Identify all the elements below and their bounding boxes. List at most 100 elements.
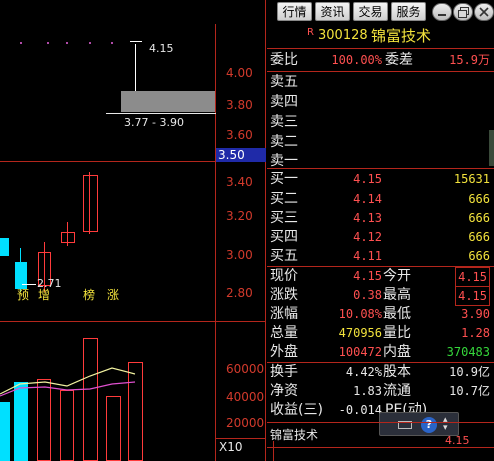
fundamental-row: 换手 4.42% 股本 10.9亿 <box>267 363 494 381</box>
y-tick: 3.80 <box>226 98 253 112</box>
y-tick: 3.20 <box>226 209 253 223</box>
separator <box>267 168 494 169</box>
buy-level-volume: 666 <box>468 230 490 244</box>
stat-value: 4.15 <box>455 286 490 306</box>
buy-level-volume: 15631 <box>453 172 490 186</box>
close-icon[interactable] <box>474 3 494 21</box>
stock-name: 锦富技术 <box>371 27 432 45</box>
sell-level[interactable]: 卖五 <box>267 73 494 91</box>
stat-label: 涨幅 <box>270 306 298 322</box>
volume-tick: 20000 <box>226 416 265 430</box>
stat-value: 10.08% <box>338 307 382 321</box>
stat-label: 量比 <box>383 325 411 341</box>
stat-label: 现价 <box>270 268 298 284</box>
buy-level-label: 买五 <box>270 248 298 264</box>
sell-level[interactable]: 卖二 <box>267 133 494 151</box>
stock-flag: R <box>307 27 314 38</box>
fundamental-label: 收益(三) <box>270 402 323 418</box>
market-button[interactable]: 行情 <box>277 2 312 21</box>
buy-level-price: 4.12 <box>353 230 382 244</box>
sell-level-label: 卖四 <box>270 94 298 110</box>
stat-value: 1.28 <box>461 326 490 340</box>
top-toolbar: 行情 资讯 交易 服务 <box>268 0 494 24</box>
stat-label: 外盘 <box>270 344 298 360</box>
y-tick: 3.60 <box>226 128 253 142</box>
stat-value: 100472 <box>338 345 382 359</box>
fundamental-label: 净资 <box>270 383 298 399</box>
order-diff-value: 15.9万 <box>449 53 490 67</box>
stat-value: 3.90 <box>461 307 490 321</box>
buy-level-label: 买三 <box>270 210 298 226</box>
order-ratio-value: 100.00% <box>331 53 382 67</box>
fundamental-value: 10.7亿 <box>449 384 490 398</box>
stat-label: 内盘 <box>383 344 411 360</box>
volume-ma-lines <box>0 367 136 397</box>
stat-row: 涨跌 0.38 最高 4.15 <box>267 286 494 306</box>
kline-chart[interactable]: 4.15 3.77 - 3.90 4.00 3.80 3.60 3.40 3.2… <box>0 0 266 461</box>
stat-label: 今开 <box>383 268 411 284</box>
unit-line <box>216 438 266 439</box>
buy-level[interactable]: 买五 4.11 666 <box>267 247 494 265</box>
quote-panel: R 300128 锦富技术 委比 100.00% 委差 15.9万 卖五 卖四 … <box>267 24 494 461</box>
price-axis-line <box>215 24 216 461</box>
sell-level-label: 卖五 <box>270 74 298 90</box>
stat-label: 涨跌 <box>270 287 298 303</box>
buy-level-volume: 666 <box>468 211 490 225</box>
stat-label: 最低 <box>383 306 411 322</box>
fundamental-value: 1.83 <box>353 384 382 398</box>
buy-level[interactable]: 买一 4.15 15631 <box>267 170 494 188</box>
mini-chart[interactable]: 4.15 <box>267 434 494 461</box>
stat-row: 现价 4.15 今开 4.15 <box>267 267 494 287</box>
volume-tick: 60000 <box>226 362 265 376</box>
help-icon[interactable]: ? <box>421 417 437 433</box>
mini-chart-price: 4.15 <box>445 434 470 447</box>
sell-level[interactable]: 卖四 <box>267 93 494 111</box>
stat-row: 总量 470956 量比 1.28 <box>267 324 494 342</box>
stat-value: 370483 <box>446 345 490 359</box>
buy-level-price: 4.11 <box>353 249 382 263</box>
stock-header: R 300128 锦富技术 <box>267 27 494 45</box>
stat-row: 涨幅 10.08% 最低 3.90 <box>267 305 494 323</box>
fundamental-value: 4.42% <box>345 365 382 379</box>
order-ratio-label: 委比 <box>270 52 298 68</box>
buy-level-label: 买二 <box>270 191 298 207</box>
floating-toolbar: ? ▴ ▾ <box>379 412 459 436</box>
buy-level-label: 买一 <box>270 171 298 187</box>
fundamental-label: 流通 <box>383 383 411 399</box>
buy-level[interactable]: 买三 4.13 666 <box>267 209 494 227</box>
expand-icon[interactable]: ▴ ▾ <box>443 416 448 433</box>
sell-level-label: 卖二 <box>270 134 298 150</box>
sell-level[interactable]: 卖三 <box>267 113 494 131</box>
order-diff-label: 委差 <box>385 52 413 68</box>
buy-level-price: 4.15 <box>353 172 382 186</box>
volume-tick: 40000 <box>226 390 265 404</box>
fundamental-label: 股本 <box>383 364 411 380</box>
buy-level-price: 4.13 <box>353 211 382 225</box>
y-tick: 3.40 <box>226 175 253 189</box>
trade-button[interactable]: 交易 <box>353 2 388 21</box>
scrollbar-thumb[interactable] <box>489 130 494 166</box>
separator <box>267 422 494 423</box>
buy-level[interactable]: 买二 4.14 666 <box>267 190 494 208</box>
separator <box>267 48 494 49</box>
sell-level-label: 卖三 <box>270 114 298 130</box>
buy-level-price: 4.14 <box>353 192 382 206</box>
stat-row: 外盘 100472 内盘 370483 <box>267 343 494 361</box>
stock-code: 300128 <box>318 28 368 43</box>
current-price-tag: 3.50 <box>216 148 266 162</box>
y-tick: 3.00 <box>226 248 253 262</box>
news-button[interactable]: 资讯 <box>315 2 350 21</box>
fundamental-value: 10.9亿 <box>449 365 490 379</box>
minimize-icon[interactable] <box>432 3 452 21</box>
volume-unit: X10 <box>219 440 243 454</box>
restore-icon[interactable] <box>453 3 473 21</box>
stat-label: 最高 <box>383 287 411 303</box>
y-tick: 4.00 <box>226 66 253 80</box>
buy-level-volume: 666 <box>468 192 490 206</box>
fundamental-value: -0.014 <box>338 403 382 417</box>
buy-level[interactable]: 买四 4.12 666 <box>267 228 494 246</box>
stat-value: 0.38 <box>353 288 382 302</box>
service-button[interactable]: 服务 <box>391 2 426 21</box>
stat-value: 4.15 <box>455 267 490 287</box>
separator <box>267 71 494 72</box>
